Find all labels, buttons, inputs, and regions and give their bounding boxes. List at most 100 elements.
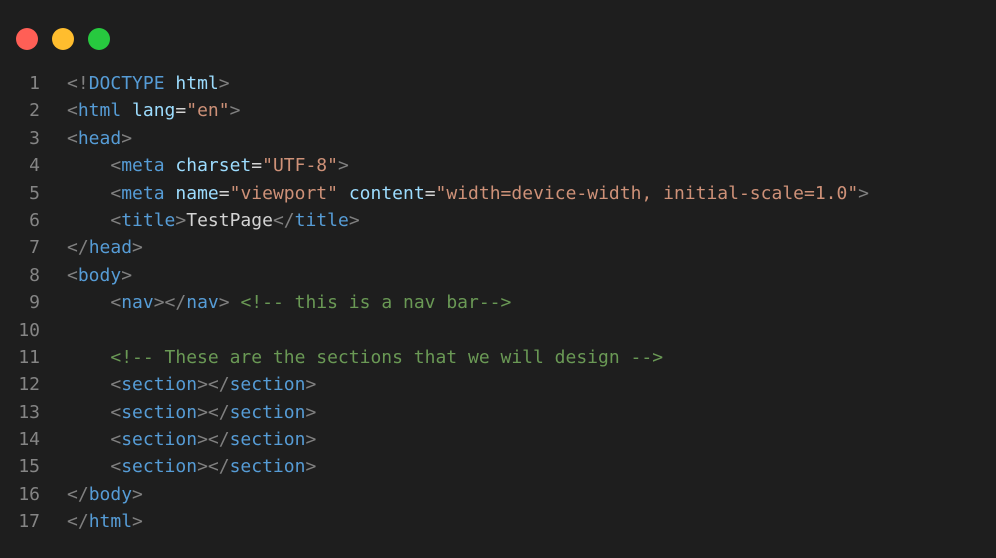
- maximize-button[interactable]: [88, 28, 110, 50]
- code-line: 7 </head>: [0, 234, 996, 261]
- code-token: >: [305, 456, 317, 478]
- code-token: section: [229, 429, 306, 451]
- code-text: <title>TestPage</title>: [67, 209, 360, 231]
- line-number: 2: [29, 100, 40, 122]
- code-token: ></: [153, 292, 187, 314]
- code-line: 16 </body>: [0, 481, 996, 508]
- code-line: 15 <section></section>: [0, 453, 996, 480]
- code-text: <!DOCTYPE html>: [67, 73, 230, 94]
- window-titlebar: [0, 0, 996, 70]
- code-token: html: [88, 511, 133, 533]
- code-token: >: [337, 155, 349, 177]
- code-line: 4 <meta charset="UTF-8">: [0, 152, 996, 179]
- code-line: 6 <title>TestPage</title>: [0, 207, 996, 234]
- line-number: 6: [29, 209, 40, 231]
- code-line: 8 <body>: [0, 262, 996, 289]
- code-token: >: [348, 209, 360, 231]
- code-token: </: [67, 483, 89, 505]
- code-token: head: [77, 127, 122, 149]
- code-token: </: [272, 209, 295, 231]
- code-token: section: [229, 374, 306, 396]
- line-number: 16: [18, 483, 40, 505]
- code-token: >: [305, 429, 317, 451]
- code-token: title: [294, 209, 349, 231]
- code-text: <!-- These are the sections that we will…: [67, 347, 663, 368]
- code-text: <body>: [67, 265, 132, 286]
- code-token: >: [132, 237, 143, 259]
- code-token: <: [110, 456, 122, 478]
- line-number: 8: [29, 264, 40, 286]
- code-token: section: [121, 401, 198, 423]
- code-token: title: [121, 209, 176, 231]
- code-token: <: [110, 401, 122, 423]
- line-number: 17: [18, 511, 40, 533]
- code-token: >: [305, 401, 317, 423]
- code-text: <section></section>: [67, 402, 316, 423]
- code-token: <!-- this is a nav bar-->: [240, 292, 512, 314]
- code-token: "UTF-8": [262, 155, 338, 177]
- code-token: =: [218, 182, 230, 204]
- line-number: 11: [18, 346, 40, 368]
- code-text: </body>: [67, 484, 143, 505]
- code-text: </head>: [67, 237, 143, 258]
- code-token: section: [229, 401, 306, 423]
- code-text: <section></section>: [67, 429, 316, 450]
- line-number: 4: [29, 155, 40, 177]
- code-token: section: [121, 429, 198, 451]
- close-button[interactable]: [16, 28, 38, 50]
- code-token: body: [88, 483, 133, 505]
- code-line: 12 <section></section>: [0, 371, 996, 398]
- code-token: content: [348, 182, 425, 204]
- code-text: </html>: [67, 511, 143, 532]
- code-token: "width=device-width, initial-scale=1.0": [435, 182, 859, 204]
- code-token: >: [218, 73, 230, 94]
- code-token: TestPage: [186, 209, 273, 231]
- code-token: meta: [121, 155, 165, 177]
- code-text: <html lang="en">: [67, 100, 240, 121]
- code-text: <head>: [67, 128, 132, 149]
- code-text: <section></section>: [67, 374, 316, 395]
- code-text: <meta charset="UTF-8">: [67, 155, 349, 177]
- line-number: 1: [29, 73, 40, 94]
- line-number: 7: [29, 237, 40, 259]
- code-token: <: [110, 429, 122, 451]
- code-token: head: [88, 237, 133, 259]
- code-token: <!: [67, 73, 89, 94]
- code-token: <: [67, 100, 78, 122]
- code-token: >: [121, 264, 133, 286]
- code-token: =: [424, 182, 436, 204]
- code-text: <meta name="viewport" content="width=dev…: [67, 183, 869, 204]
- code-token: ></: [197, 374, 230, 396]
- code-line: 5 <meta name="viewport" content="width=d…: [0, 180, 996, 207]
- code-line: 10: [0, 317, 996, 344]
- code-line: 9 <nav></nav> <!-- this is a nav bar-->: [0, 289, 996, 316]
- code-editor[interactable]: 1 <!DOCTYPE html> 2 <html lang="en"> 3 <head>…: [0, 70, 996, 536]
- code-token: =: [175, 100, 187, 122]
- minimize-button[interactable]: [52, 28, 74, 50]
- code-token: html: [175, 73, 219, 94]
- code-window: 1 <!DOCTYPE html> 2 <html lang="en"> 3 <head>…: [0, 0, 996, 558]
- code-token: >: [218, 292, 230, 314]
- code-token: >: [229, 100, 241, 122]
- code-text: <nav></nav> <!-- this is a nav bar-->: [67, 292, 511, 313]
- code-token: DOCTYPE: [88, 73, 165, 94]
- code-token: </: [67, 511, 89, 533]
- code-token: ></: [197, 456, 230, 478]
- line-number: 9: [29, 292, 40, 314]
- code-line: 3 <head>: [0, 125, 996, 152]
- line-number: 13: [18, 401, 40, 423]
- line-number: 14: [18, 429, 40, 451]
- code-token: "en": [186, 100, 230, 122]
- code-token: "viewport": [229, 182, 338, 204]
- code-token: >: [305, 374, 317, 396]
